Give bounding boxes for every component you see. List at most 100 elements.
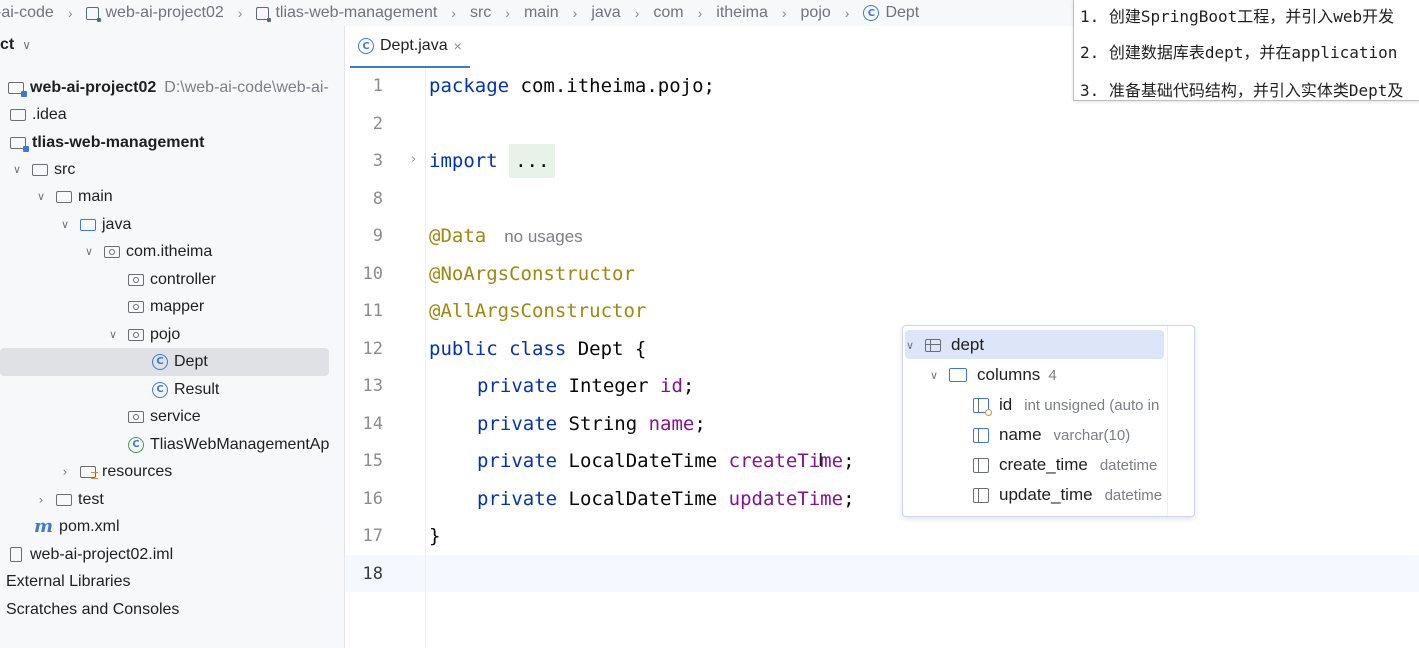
keyword: public class xyxy=(429,338,567,360)
breadcrumb-item-module[interactable]: tlias-web-management xyxy=(256,4,437,22)
tree-item-dept[interactable]: C Dept xyxy=(152,348,208,375)
tree-item-test[interactable]: › test xyxy=(34,486,104,513)
db-column-name[interactable]: name varchar(10) xyxy=(973,421,1130,449)
breadcrumb-label: main xyxy=(523,4,559,21)
keyword: package xyxy=(429,75,510,97)
chevron-down-icon: ∨ xyxy=(36,190,46,203)
usages-hint[interactable]: no usages xyxy=(504,227,582,246)
tree-item-web-ai-project02[interactable]: ∨web-ai-project02D:\web-ai-code\web-ai- xyxy=(0,74,329,101)
field-type: LocalDateTime xyxy=(557,450,729,472)
tree-item-external-libraries[interactable]: External Libraries xyxy=(0,568,131,595)
tree-item-controller[interactable]: controller xyxy=(128,266,216,293)
close-icon[interactable]: × xyxy=(454,38,462,54)
project-panel: ct ∨ ∨ web-ai-project02 D:\web-ai-code\web-… xyxy=(0,26,345,648)
tree-item-label: controller xyxy=(150,270,216,288)
breadcrumb-item-src[interactable]: src xyxy=(470,4,491,22)
index-column-icon xyxy=(973,427,989,443)
db-column-type: int unsigned (auto in xyxy=(1024,396,1160,414)
tree-item-result[interactable]: C Result xyxy=(152,376,219,403)
code-line[interactable]: } xyxy=(429,518,440,555)
annotation: @Data xyxy=(429,225,487,247)
line-number: 8 xyxy=(372,189,383,209)
tree-item-scratches[interactable]: Scratches and Consoles xyxy=(0,596,179,623)
line-number: 16 xyxy=(362,489,383,509)
mouse-ibeam-cursor: I xyxy=(818,450,824,471)
chevron-down-icon: ∨ xyxy=(22,38,32,52)
tree-item-iml[interactable]: web-ai-project02.iml xyxy=(10,541,173,568)
field-name: name xyxy=(648,413,695,435)
chevron-right-icon: › xyxy=(844,5,850,21)
db-column-create-time[interactable]: create_time datetime xyxy=(973,451,1157,479)
class-icon: C xyxy=(152,381,168,398)
tree-item-main[interactable]: ∨ main xyxy=(34,183,113,210)
tree-item-tlias-web-management[interactable]: tlias-web-management xyxy=(10,129,204,156)
code-line[interactable]: import ... xyxy=(429,143,556,180)
db-column-id[interactable]: id int unsigned (auto in xyxy=(973,391,1159,419)
project-view-selector[interactable]: ct ∨ xyxy=(0,36,31,54)
tree-item-label: pojo xyxy=(150,325,181,343)
tree-item-src[interactable]: ∨ src xyxy=(10,156,75,183)
tree-item-label: mapper xyxy=(150,297,205,315)
db-column-type: datetime xyxy=(1104,486,1163,504)
task-item: 3. 准备基础代码结构，并引入实体类Dept及 xyxy=(1080,81,1404,100)
db-column-name: name xyxy=(999,425,1042,444)
tree-item-tlias-application[interactable]: C TliasWebManagementAp xyxy=(128,431,329,458)
code-line[interactable]: private Integer id; xyxy=(477,368,694,405)
db-columns-folder[interactable]: ∨ columns 4 xyxy=(927,361,1057,389)
line-number: 9 xyxy=(372,226,383,246)
chevron-right-icon: › xyxy=(505,5,510,21)
db-table-dept[interactable]: ∨ dept xyxy=(903,331,984,359)
breadcrumb-item-com[interactable]: com xyxy=(653,4,683,22)
chevron-right-icon: › xyxy=(237,5,243,21)
chevron-down-icon: ∨ xyxy=(929,368,939,382)
db-popup-scroll-area[interactable] xyxy=(1167,326,1194,516)
tree-item-pojo[interactable]: ∨ pojo xyxy=(106,321,180,348)
line-number: 11 xyxy=(362,301,383,321)
tab-dept-java[interactable]: C Dept.java × xyxy=(350,26,470,68)
line-number: 12 xyxy=(362,339,383,359)
code-line[interactable]: public class Dept { xyxy=(429,331,646,368)
db-column-update-time[interactable]: update_time datetime xyxy=(973,481,1162,509)
breadcrumb-label: tlias-web-management xyxy=(275,4,438,21)
tree-item-label: tlias-web-management xyxy=(32,133,205,151)
keyword: private xyxy=(477,413,558,435)
code-line[interactable]: @Data no usages xyxy=(429,218,583,255)
breadcrumb-item-pojo[interactable]: pojo xyxy=(801,4,831,22)
tree-item-idea[interactable]: .idea xyxy=(10,101,67,128)
chevron-down-icon: ∨ xyxy=(60,218,70,231)
breadcrumb-item-java[interactable]: java xyxy=(591,4,620,22)
code-line[interactable]: @NoArgsConstructor xyxy=(429,256,635,293)
line-number: 14 xyxy=(362,414,383,434)
code-line[interactable]: private LocalDateTime createTime; xyxy=(477,443,855,480)
breadcrumb-item-project[interactable]: web-ai-project02 xyxy=(86,4,224,22)
tree-item-label: .idea xyxy=(32,105,67,123)
breadcrumb-item-root[interactable]: -ai-code xyxy=(0,4,54,22)
breadcrumb-item-dept[interactable]: C Dept xyxy=(863,4,919,22)
tree-item-com-itheima[interactable]: ∨ com.itheima xyxy=(82,238,212,265)
class-icon: C xyxy=(358,38,374,54)
database-drag-popup[interactable]: ∨ dept ∨ columns 4 id int unsigned (auto in … xyxy=(902,325,1195,517)
code-line[interactable]: private LocalDateTime updateTime; xyxy=(477,481,855,518)
chevron-right-icon: › xyxy=(451,5,456,21)
fold-toggle-icon[interactable]: › xyxy=(411,152,416,167)
breadcrumb-item-main[interactable]: main xyxy=(524,4,559,22)
package-icon xyxy=(128,328,144,341)
tree-item-pom-xml[interactable]: m pom.xml xyxy=(34,513,120,540)
package-icon xyxy=(128,273,144,286)
primary-key-column-icon xyxy=(973,397,992,416)
code-line[interactable]: @AllArgsConstructor xyxy=(429,293,646,330)
tree-item-resources[interactable]: › resources xyxy=(58,458,173,485)
breadcrumb-item-itheima[interactable]: itheima xyxy=(716,4,768,22)
project-header-label: ct xyxy=(0,36,15,53)
code-line[interactable]: package com.itheima.pojo; xyxy=(429,68,715,105)
tree-item-service[interactable]: service xyxy=(128,403,201,430)
folded-imports[interactable]: ... xyxy=(509,144,556,178)
code-line[interactable]: private String name; xyxy=(477,406,706,443)
field-type: String xyxy=(557,413,649,435)
line-number: 2 xyxy=(372,114,383,134)
field-name: updateTime xyxy=(728,488,844,510)
tree-item-java[interactable]: ∨ java xyxy=(58,211,131,238)
tree-item-mapper[interactable]: mapper xyxy=(128,293,204,320)
task-item: 1. 创建SpringBoot工程，并引入web开发 xyxy=(1080,7,1395,26)
package-icon xyxy=(128,300,144,313)
